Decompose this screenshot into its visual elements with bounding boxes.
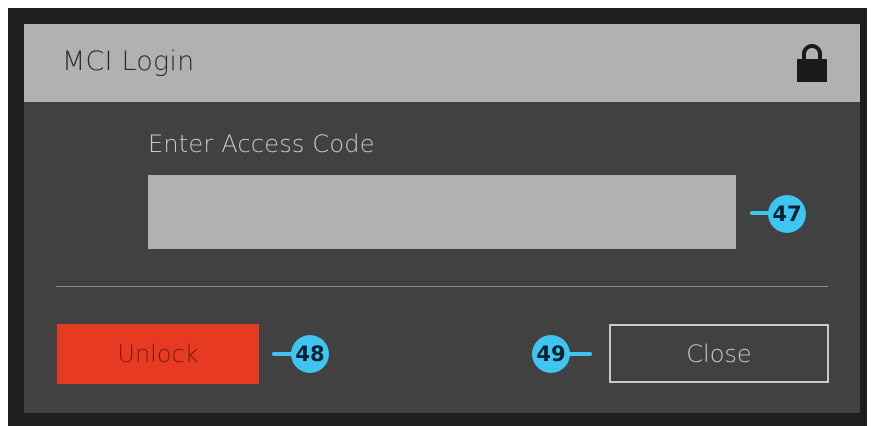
callout-48-number: 48 — [295, 342, 325, 366]
callout-48-badge: 48 — [291, 335, 329, 373]
close-button[interactable]: Close — [609, 324, 829, 383]
login-dialog: MCI Login Enter Access Code Unlock Close — [24, 24, 860, 413]
callout-49-leader — [568, 352, 592, 356]
divider — [56, 286, 828, 287]
close-button-label: Close — [686, 339, 752, 368]
lock-icon — [797, 44, 827, 82]
callout-49-number: 49 — [536, 342, 566, 366]
callout-47-number: 47 — [772, 202, 802, 226]
dialog-titlebar: MCI Login — [24, 24, 860, 102]
access-code-input[interactable] — [148, 175, 736, 249]
dialog-title: MCI Login — [62, 46, 195, 77]
callout-49-badge: 49 — [532, 335, 570, 373]
access-code-label: Enter Access Code — [148, 130, 375, 158]
unlock-button-label: Unlock — [117, 340, 199, 368]
callout-47-badge: 47 — [768, 195, 806, 233]
callout-47-leader — [750, 211, 770, 215]
unlock-button[interactable]: Unlock — [57, 324, 259, 384]
